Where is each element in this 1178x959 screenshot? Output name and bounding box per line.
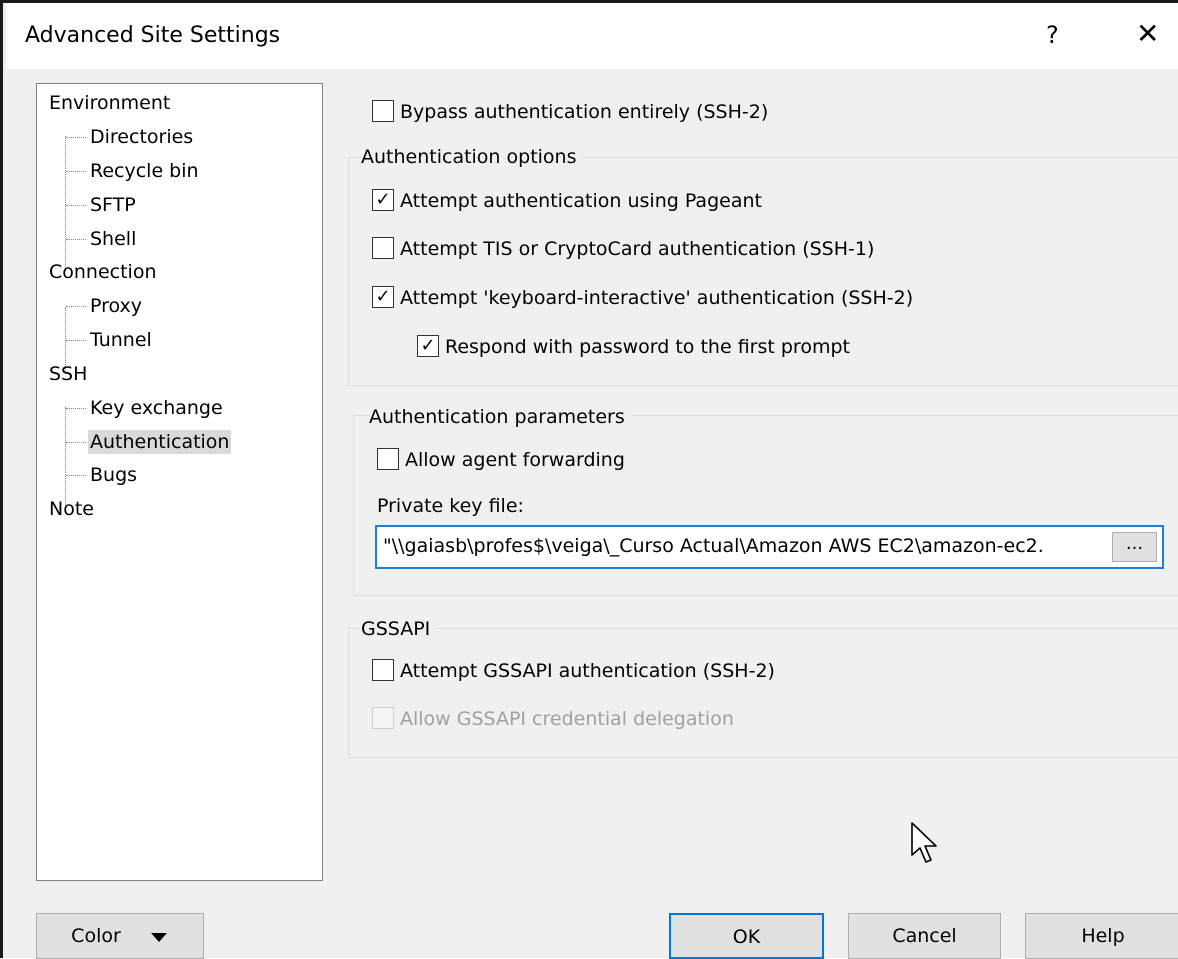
tree-branch-line [66, 306, 86, 307]
tree-item-ssh[interactable]: SSH [47, 359, 89, 389]
color-button[interactable]: Color [36, 913, 204, 959]
keyboard-interactive-checkbox[interactable]: ✓ Attempt 'keyboard-interactive' authenti… [372, 283, 913, 313]
tree-item-directories[interactable]: Directories [66, 122, 195, 152]
tree-branch-line [66, 340, 86, 341]
tree-item-label: SFTP [90, 194, 136, 216]
checkbox-box [372, 658, 394, 681]
tree-item-label: Bugs [90, 464, 138, 486]
cancel-button[interactable]: Cancel [848, 913, 1001, 959]
tree-item-connection[interactable]: Connection [47, 257, 159, 287]
checkbox-label: Attempt TIS or CryptoCard authentication… [400, 238, 875, 260]
tree-branch-line [66, 205, 86, 206]
settings-tree[interactable]: Environment Directories Recycle bin SFTP… [36, 83, 323, 881]
checkbox-label: Allow agent forwarding [405, 449, 625, 471]
bypass-auth-checkbox[interactable]: Bypass authentication entirely (SSH-2) [372, 97, 768, 127]
tree-item-label: Note [49, 498, 94, 520]
tree-branch-line [66, 239, 86, 240]
tree-item-recycle-bin[interactable]: Recycle bin [66, 156, 201, 186]
checkbox-label: Attempt GSSAPI authentication (SSH-2) [400, 660, 775, 682]
tree-branch-line [66, 408, 86, 409]
help-button[interactable]: Help [1025, 913, 1178, 959]
tree-item-authentication[interactable]: Authentication [66, 427, 232, 457]
tree-item-label: SSH [49, 363, 88, 385]
tree-item-label: Authentication [88, 430, 232, 454]
checkbox-box [372, 706, 394, 729]
dropdown-arrow-icon [150, 932, 167, 942]
gssapi-title: GSSAPI [361, 617, 437, 641]
ok-button[interactable]: OK [669, 913, 824, 959]
agent-forwarding-checkbox[interactable]: Allow agent forwarding [377, 445, 625, 475]
color-button-label: Color [71, 925, 121, 947]
dialog-window: Advanced Site Settings ? ✕ Environment D… [0, 0, 1178, 959]
dialog-title: Advanced Site Settings [25, 23, 281, 48]
tree-item-shell[interactable]: Shell [66, 224, 138, 254]
gssapi-auth-checkbox[interactable]: Attempt GSSAPI authentication (SSH-2) [372, 656, 775, 686]
checkbox-label: Attempt 'keyboard-interactive' authentic… [400, 287, 914, 309]
checkbox-label: Allow GSSAPI credential delegation [400, 708, 734, 730]
close-icon: ✕ [1136, 17, 1160, 50]
private-key-label: Private key file: [377, 495, 524, 517]
check-icon: ✓ [417, 334, 439, 357]
respond-password-checkbox[interactable]: ✓ Respond with password to the first prom… [417, 332, 850, 362]
tree-item-key-exchange[interactable]: Key exchange [66, 393, 225, 423]
check-icon: ✓ [372, 285, 394, 308]
tree-branch-line [66, 137, 86, 138]
question-mark-icon: ? [1046, 21, 1059, 49]
auth-options-title: Authentication options [361, 145, 583, 169]
tree-item-note[interactable]: Note [47, 494, 96, 524]
pageant-checkbox[interactable]: ✓ Attempt authentication using Pageant [372, 186, 762, 216]
tree-branch-line [66, 171, 86, 172]
checkbox-label: Bypass authentication entirely (SSH-2) [400, 101, 769, 123]
tree-item-proxy[interactable]: Proxy [66, 291, 144, 321]
tree-item-label: Environment [49, 92, 171, 114]
browse-key-button[interactable]: ... [1112, 532, 1157, 562]
tree-branch-line [66, 475, 86, 476]
gssapi-delegation-checkbox: Allow GSSAPI credential delegation [372, 704, 734, 734]
auth-params-title: Authentication parameters [369, 405, 631, 429]
title-bar: Advanced Site Settings ? ✕ [6, 3, 1178, 69]
check-icon: ✓ [372, 188, 394, 211]
private-key-input[interactable]: "\\gaiasb\profes$\veiga\_Curso Actual\Am… [375, 525, 1164, 569]
gssapi-group [348, 628, 1178, 758]
mouse-cursor-icon [911, 822, 937, 863]
tree-item-label: Tunnel [90, 329, 152, 351]
tis-cryptocard-checkbox[interactable]: Attempt TIS or CryptoCard authentication… [372, 234, 874, 264]
tree-item-sftp[interactable]: SFTP [66, 190, 138, 220]
tree-item-environment[interactable]: Environment [47, 88, 172, 118]
tree-branch-line [66, 442, 86, 443]
tree-item-label: Recycle bin [90, 160, 199, 182]
tree-item-label: Key exchange [90, 397, 223, 419]
tree-item-label: Directories [90, 126, 194, 148]
checkbox-box [372, 236, 394, 259]
tree-item-bugs[interactable]: Bugs [66, 460, 139, 490]
tree-item-tunnel[interactable]: Tunnel [66, 325, 154, 355]
checkbox-label: Attempt authentication using Pageant [400, 190, 762, 212]
checkbox-box [377, 447, 399, 470]
tree-item-label: Connection [49, 261, 157, 283]
checkbox-box [372, 99, 394, 122]
checkbox-label: Respond with password to the first promp… [445, 336, 850, 358]
tree-item-label: Proxy [90, 295, 143, 317]
tree-item-label: Shell [90, 228, 137, 250]
